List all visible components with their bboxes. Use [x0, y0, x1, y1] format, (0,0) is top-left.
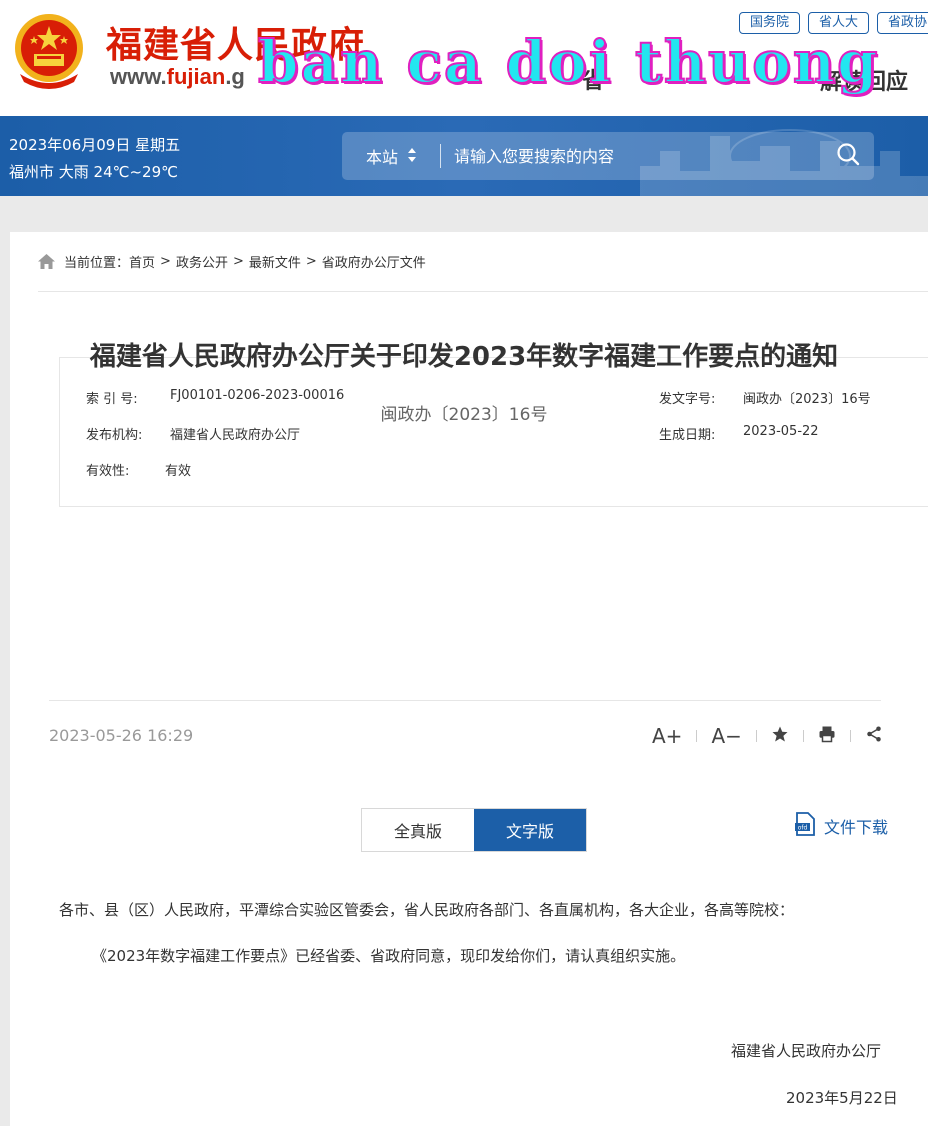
breadcrumb-separator: >: [232, 254, 244, 269]
top-link-provincial-cppcc[interactable]: 省政协: [877, 12, 928, 34]
share-button[interactable]: [865, 724, 883, 748]
breadcrumb-separator: >: [305, 254, 317, 269]
favorite-button[interactable]: [771, 724, 789, 748]
search-box: 本站: [342, 132, 874, 180]
version-tabs: 全真版 文字版: [361, 808, 587, 852]
tab-full-version[interactable]: 全真版: [362, 809, 474, 851]
file-download-label: 文件下载: [824, 818, 889, 837]
breadcrumb-prefix: 当前位置：: [64, 256, 130, 271]
search-divider: [440, 144, 441, 168]
home-icon: [38, 254, 55, 269]
breadcrumb: 当前位置： 首页 > 政务公开 > 最新文件 > 省政府办公厅文件: [38, 252, 426, 271]
print-button[interactable]: [818, 724, 836, 748]
tool-separator: [849, 730, 851, 742]
meta-created-date: 生成日期: 2023-05-22: [659, 424, 819, 443]
national-emblem-icon: [12, 12, 86, 90]
font-decrease-button[interactable]: A−: [711, 724, 741, 748]
tool-separator: [755, 730, 757, 742]
signature-date: 2023年5月22日: [786, 1089, 898, 1107]
site-url-accent: fujian: [166, 64, 226, 89]
meta-issuer-value: 福建省人民政府办公厅: [170, 428, 301, 443]
breadcrumb-office-docs[interactable]: 省政府办公厅文件: [322, 252, 426, 271]
breadcrumb-divider: [38, 291, 928, 292]
search-scope-label: 本站: [365, 148, 398, 167]
meta-issuer: 发布机构: 福建省人民政府办公厅: [86, 424, 300, 443]
ofd-file-icon: ofd: [794, 812, 816, 840]
body-paragraph: 《2023年数字福建工作要点》已经省委、省政府同意，现印发给你们，请认真组织实施…: [92, 947, 686, 965]
weather-info: 福州市 大雨 24℃~29℃: [9, 163, 178, 181]
document-metadata: 索 引 号: FJ00101-0206-2023-00016 发文字号: 闽政办…: [59, 357, 928, 507]
search-scope-select[interactable]: 本站: [342, 132, 440, 180]
sort-arrows-icon: [408, 147, 416, 166]
star-icon: [771, 724, 789, 748]
share-icon: [865, 724, 883, 748]
site-url-suffix: .g: [225, 64, 245, 89]
breadcrumb-separator: >: [160, 254, 171, 269]
breadcrumb-home[interactable]: 首页: [129, 252, 155, 271]
meta-validity: 有效性: 有效: [86, 460, 191, 479]
top-banner: 2023年06月09日 星期五 福州市 大雨 24℃~29℃ 本站: [0, 116, 928, 196]
overlay-watermark-text: ban ca doi thuong: [257, 27, 880, 97]
meta-issuer-label: 发布机构:: [86, 428, 143, 443]
meta-validity-label: 有效性:: [86, 464, 130, 479]
search-input[interactable]: [454, 141, 814, 171]
site-header: 福建省人民政府 www.fujian.g 省 解读回应 国务院 省人大 省政协 …: [0, 0, 928, 116]
tool-separator: [802, 730, 804, 742]
site-url-prefix: www.: [110, 64, 167, 89]
meta-created-value: 2023-05-22: [743, 424, 819, 439]
printer-icon: [818, 724, 836, 748]
salutation: 各市、县（区）人民政府，平潭综合实验区管委会，省人民政府各部门、各直属机构，各大…: [59, 901, 795, 919]
svg-text:ofd: ofd: [798, 825, 808, 832]
article-toolbar: A+ A−: [652, 724, 883, 748]
document-number: 闽政办〔2023〕16号: [380, 405, 548, 425]
current-date: 2023年06月09日 星期五: [9, 136, 181, 154]
meta-validity-value: 有效: [165, 464, 192, 479]
file-download-link[interactable]: ofd 文件下载: [794, 812, 888, 840]
tab-text-version[interactable]: 文字版: [474, 809, 586, 851]
search-button[interactable]: [822, 132, 874, 180]
tool-separator: [696, 730, 698, 742]
breadcrumb-latest-docs[interactable]: 最新文件: [249, 252, 301, 271]
document-title: 福建省人民政府办公厅关于印发2023年数字福建工作要点的通知: [89, 342, 839, 372]
site-url: www.fujian.g: [110, 64, 245, 90]
signature-issuer: 福建省人民政府办公厅: [731, 1042, 882, 1060]
search-icon: [836, 142, 860, 170]
publish-time: 2023-05-26 16:29: [49, 726, 194, 745]
title-divider: [49, 700, 881, 701]
breadcrumb-gov-affairs[interactable]: 政务公开: [176, 252, 228, 271]
font-increase-button[interactable]: A+: [652, 724, 682, 748]
meta-created-label: 生成日期:: [659, 428, 716, 443]
